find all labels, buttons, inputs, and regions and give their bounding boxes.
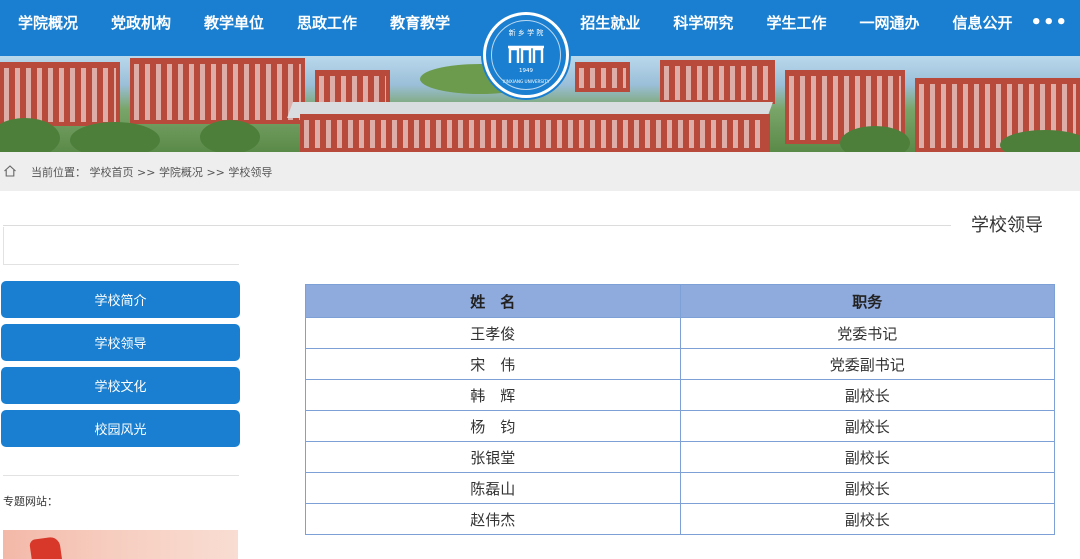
banner-glyph: [29, 536, 63, 559]
nav-item-sizheng-gongzuo[interactable]: 思政工作: [297, 12, 357, 33]
cell-position: 副校长: [679, 379, 1055, 411]
sidebar-divider: [3, 475, 239, 476]
breadcrumb: 当前位置： 学校首页 >> 学院概况 >> 学校领导: [0, 152, 1080, 191]
nav-item-dangzheng-jigou[interactable]: 党政机构: [111, 12, 171, 33]
cell-name: 陈磊山: [305, 472, 681, 504]
sidebar-item-introduction[interactable]: 学校简介: [1, 281, 240, 318]
sidebar-item-campus-scenery[interactable]: 校园风光: [1, 410, 240, 447]
ellipsis-icon[interactable]: •••: [1030, 12, 1068, 33]
table-row: 杨 钧 副校长: [305, 410, 1055, 442]
special-websites-label: 专题网站：: [3, 495, 58, 508]
page-title: 学校领导: [971, 215, 1043, 236]
sidebar-header-box: [3, 227, 239, 265]
nav-left-group: 学院概况 党政机构 教学单位 思政工作 教育教学: [18, 0, 483, 44]
nav-item-jiaoyu-jiaoxue[interactable]: 教育教学: [390, 12, 450, 33]
nav-item-xuesheng-gongzuo[interactable]: 学生工作: [766, 12, 826, 33]
cell-position: 副校长: [679, 503, 1055, 535]
sidebar-item-leaders[interactable]: 学校领导: [1, 324, 240, 361]
nav-item-yiwang-tongban[interactable]: 一网通办: [859, 12, 919, 33]
university-logo[interactable]: 新 乡 学 院 1949 XINXIANG UNIVERSITY: [483, 12, 569, 98]
column-header-name: 姓 名: [305, 284, 681, 318]
table-header-row: 姓 名 职务: [305, 284, 1055, 318]
breadcrumb-item-home[interactable]: 学校首页: [90, 166, 134, 179]
cell-position: 副校长: [679, 472, 1055, 504]
nav-item-zhaosheng-jiuye[interactable]: 招生就业: [580, 12, 640, 33]
nav-item-jiaoxue-danwei[interactable]: 教学单位: [204, 12, 264, 33]
cell-position: 党委副书记: [679, 348, 1055, 380]
table-row: 张银堂 副校长: [305, 441, 1055, 473]
breadcrumb-separator: >>: [137, 166, 159, 179]
breadcrumb-prefix: 当前位置：: [31, 166, 86, 179]
table-row: 赵伟杰 副校长: [305, 503, 1055, 535]
breadcrumb-separator: >>: [206, 166, 229, 179]
nav-item-xinxi-gongkai[interactable]: 信息公开: [952, 12, 1012, 33]
cell-name: 王孝俊: [305, 317, 681, 349]
cell-name: 韩 辉: [305, 379, 681, 411]
table-row: 王孝俊 党委书记: [305, 317, 1055, 349]
nav-item-kexue-yanjiu[interactable]: 科学研究: [673, 12, 733, 33]
cell-name: 赵伟杰: [305, 503, 681, 535]
table-row: 宋 伟 党委副书记: [305, 348, 1055, 380]
column-header-position: 职务: [679, 284, 1055, 318]
nav-right-group: 招生就业 科学研究 学生工作 一网通办 信息公开 •••: [580, 0, 1080, 44]
university-emblem-icon: 新 乡 学 院 1949 XINXIANG UNIVERSITY: [503, 28, 550, 84]
breadcrumb-trail: 当前位置： 学校首页 >> 学院概况 >> 学校领导: [31, 164, 272, 180]
logo-bottom-text: XINXIANG UNIVERSITY: [503, 79, 550, 84]
cell-name: 宋 伟: [305, 348, 681, 380]
nav-item-xueyuan-gaikuang[interactable]: 学院概况: [18, 12, 78, 33]
cell-name: 张银堂: [305, 441, 681, 473]
cell-position: 党委书记: [679, 317, 1055, 349]
cell-position: 副校长: [679, 441, 1055, 473]
logo-top-text: 新 乡 学 院: [509, 28, 544, 37]
breadcrumb-item-overview[interactable]: 学院概况: [159, 166, 203, 179]
special-website-banner[interactable]: [3, 530, 238, 559]
home-icon[interactable]: [3, 164, 17, 178]
sidebar-item-culture[interactable]: 学校文化: [1, 367, 240, 404]
leaders-table: 姓 名 职务 王孝俊 党委书记 宋 伟 党委副书记 韩 辉 副校长 杨 钧 副校…: [305, 284, 1055, 535]
table-row: 陈磊山 副校长: [305, 472, 1055, 504]
cell-name: 杨 钧: [305, 410, 681, 442]
table-row: 韩 辉 副校长: [305, 379, 1055, 411]
logo-year: 1949: [519, 68, 533, 74]
breadcrumb-item-current[interactable]: 学校领导: [228, 166, 272, 179]
title-divider: [3, 225, 951, 226]
cell-position: 副校长: [679, 410, 1055, 442]
